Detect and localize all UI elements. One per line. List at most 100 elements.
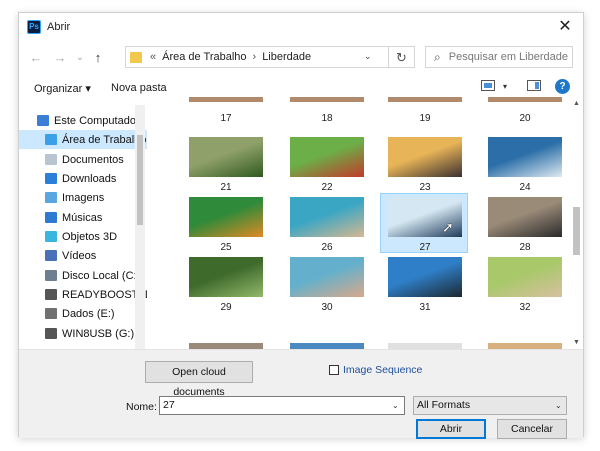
image-thumbnail[interactable]	[388, 257, 462, 297]
address-bar[interactable]: « Área de Trabalho › Liberdade	[125, 46, 389, 68]
file-format-select[interactable]: All Formats	[413, 396, 567, 415]
scroll-up-icon[interactable]: ▲	[570, 97, 583, 110]
preview-pane-icon[interactable]	[527, 80, 541, 91]
file-thumbnail-partial[interactable]	[290, 97, 364, 102]
change-view-icon[interactable]	[481, 80, 495, 91]
image-thumbnail[interactable]	[290, 257, 364, 297]
file-name-label[interactable]: 30	[284, 302, 370, 313]
file-thumbnail-partial[interactable]	[488, 97, 562, 102]
file-item[interactable]: 31	[382, 257, 468, 313]
file-name-label[interactable]: 28	[482, 242, 567, 253]
file-item[interactable]: 29	[183, 257, 269, 313]
file-item[interactable]: 26	[284, 197, 370, 253]
file-thumbnail-partial[interactable]	[388, 97, 462, 102]
file-list-scrollbar-thumb[interactable]	[573, 207, 580, 255]
organize-menu[interactable]: Organizar ▾	[34, 82, 91, 95]
nav-item[interactable]: Dados (E:)	[19, 304, 147, 323]
nav-item[interactable]: Vídeos	[19, 246, 147, 265]
file-name-label[interactable]: 29	[183, 302, 269, 313]
nav-item-label: Vídeos	[62, 249, 97, 262]
image-thumbnail[interactable]	[488, 257, 562, 297]
nav-item-label: Documentos	[62, 153, 124, 166]
file-item[interactable]: 22	[284, 137, 370, 193]
breadcrumb-overflow[interactable]: «	[150, 51, 156, 63]
nav-item-label: Imagens	[62, 191, 105, 204]
forward-arrow-icon[interactable]: →	[51, 49, 69, 67]
nav-item[interactable]: Objetos 3D	[19, 227, 147, 246]
nav-item[interactable]: Imagens	[19, 188, 147, 207]
file-item[interactable]: 23	[382, 137, 468, 193]
file-name-label[interactable]: 23	[382, 182, 468, 193]
image-thumbnail[interactable]	[388, 137, 462, 177]
file-item[interactable]: 21	[183, 137, 269, 193]
refresh-button[interactable]: ↻	[389, 46, 415, 68]
navigation-scrollbar[interactable]	[135, 105, 145, 355]
nav-item[interactable]: Área de Trabalho	[19, 130, 147, 149]
nav-item-label: Dados (E:)	[62, 307, 115, 320]
image-sequence-checkbox-box[interactable]	[329, 365, 339, 375]
scroll-down-icon[interactable]: ▼	[570, 336, 583, 349]
breadcrumb-separator-icon[interactable]: ›	[253, 51, 257, 63]
file-name-label[interactable]: 27	[382, 242, 468, 253]
image-thumbnail[interactable]	[488, 197, 562, 237]
up-arrow-icon[interactable]: ↑	[89, 49, 107, 67]
file-name-label[interactable]: 17	[183, 113, 269, 124]
file-item[interactable]: 27	[382, 197, 468, 253]
open-cloud-documents-button[interactable]: Open cloud documents	[145, 361, 253, 398]
file-name-label[interactable]: 31	[382, 302, 468, 313]
file-name-label: Nome:	[126, 401, 157, 413]
file-name-label[interactable]: 26	[284, 242, 370, 253]
file-item[interactable]: 30	[284, 257, 370, 313]
file-item[interactable]: 28	[482, 197, 567, 253]
new-folder-button[interactable]: Nova pasta	[111, 82, 167, 94]
file-name-label[interactable]: 20	[482, 113, 567, 124]
file-name-label[interactable]: 21	[183, 182, 269, 193]
breadcrumb-desktop[interactable]: Área de Trabalho	[162, 51, 246, 63]
image-sequence-label[interactable]: Image Sequence	[343, 364, 422, 376]
nav-item[interactable]: WIN8USB (G:)	[19, 324, 147, 343]
help-icon[interactable]: ?	[555, 79, 570, 94]
nav-item[interactable]: Músicas	[19, 208, 147, 227]
search-box[interactable]: ⌕ Pesquisar em Liberdade	[425, 46, 573, 68]
file-name-label[interactable]: 19	[382, 113, 468, 124]
file-name-label[interactable]: 22	[284, 182, 370, 193]
nav-item-label: Área de Trabalho	[62, 133, 147, 146]
close-button[interactable]: ✕	[555, 17, 575, 37]
open-button[interactable]: Abrir	[416, 419, 486, 439]
view-options-dropdown-icon[interactable]: ▾	[503, 82, 507, 91]
file-name-label[interactable]: 24	[482, 182, 567, 193]
navigation-scrollbar-thumb[interactable]	[137, 135, 143, 225]
file-name-label[interactable]: 18	[284, 113, 370, 124]
nav-item[interactable]: Este Computador	[19, 111, 147, 130]
file-item[interactable]: 32	[482, 257, 567, 313]
image-thumbnail[interactable]	[189, 137, 263, 177]
file-thumbnail-partial[interactable]	[189, 97, 263, 102]
image-thumbnail[interactable]	[189, 257, 263, 297]
cancel-button[interactable]: Cancelar	[497, 419, 567, 439]
file-list-scrollbar[interactable]: ▲ ▼	[570, 97, 583, 349]
usb-drive-icon	[45, 328, 57, 339]
nav-item[interactable]: Disco Local (C:)	[19, 266, 147, 285]
back-arrow-icon[interactable]: ←	[27, 49, 45, 67]
image-thumbnail[interactable]	[290, 197, 364, 237]
breadcrumb-liberdade[interactable]: Liberdade	[262, 51, 311, 63]
file-name-input[interactable]: 27	[159, 396, 405, 415]
file-name-dropdown-icon[interactable]: ⌄	[392, 401, 399, 410]
file-name-label[interactable]: 32	[482, 302, 567, 313]
image-thumbnail[interactable]	[189, 197, 263, 237]
file-format-dropdown-icon[interactable]: ⌄	[555, 401, 562, 410]
nav-item-label: Objetos 3D	[62, 230, 118, 243]
file-item[interactable]: 24	[482, 137, 567, 193]
image-sequence-checkbox[interactable]: Image Sequence	[329, 364, 422, 376]
address-dropdown-icon[interactable]: ⌄	[364, 51, 372, 62]
file-name-label[interactable]: 25	[183, 242, 269, 253]
nav-item[interactable]: Downloads	[19, 169, 147, 188]
recent-locations-dropdown-icon[interactable]: ⌄	[71, 49, 89, 67]
image-thumbnail[interactable]	[290, 137, 364, 177]
title-bar: Ps Abrir ✕	[19, 13, 583, 41]
nav-item[interactable]: READYBOOST (D	[19, 285, 147, 304]
nav-item-label: Este Computador	[54, 114, 140, 127]
nav-item[interactable]: Documentos	[19, 150, 147, 169]
file-item[interactable]: 25	[183, 197, 269, 253]
image-thumbnail[interactable]	[488, 137, 562, 177]
